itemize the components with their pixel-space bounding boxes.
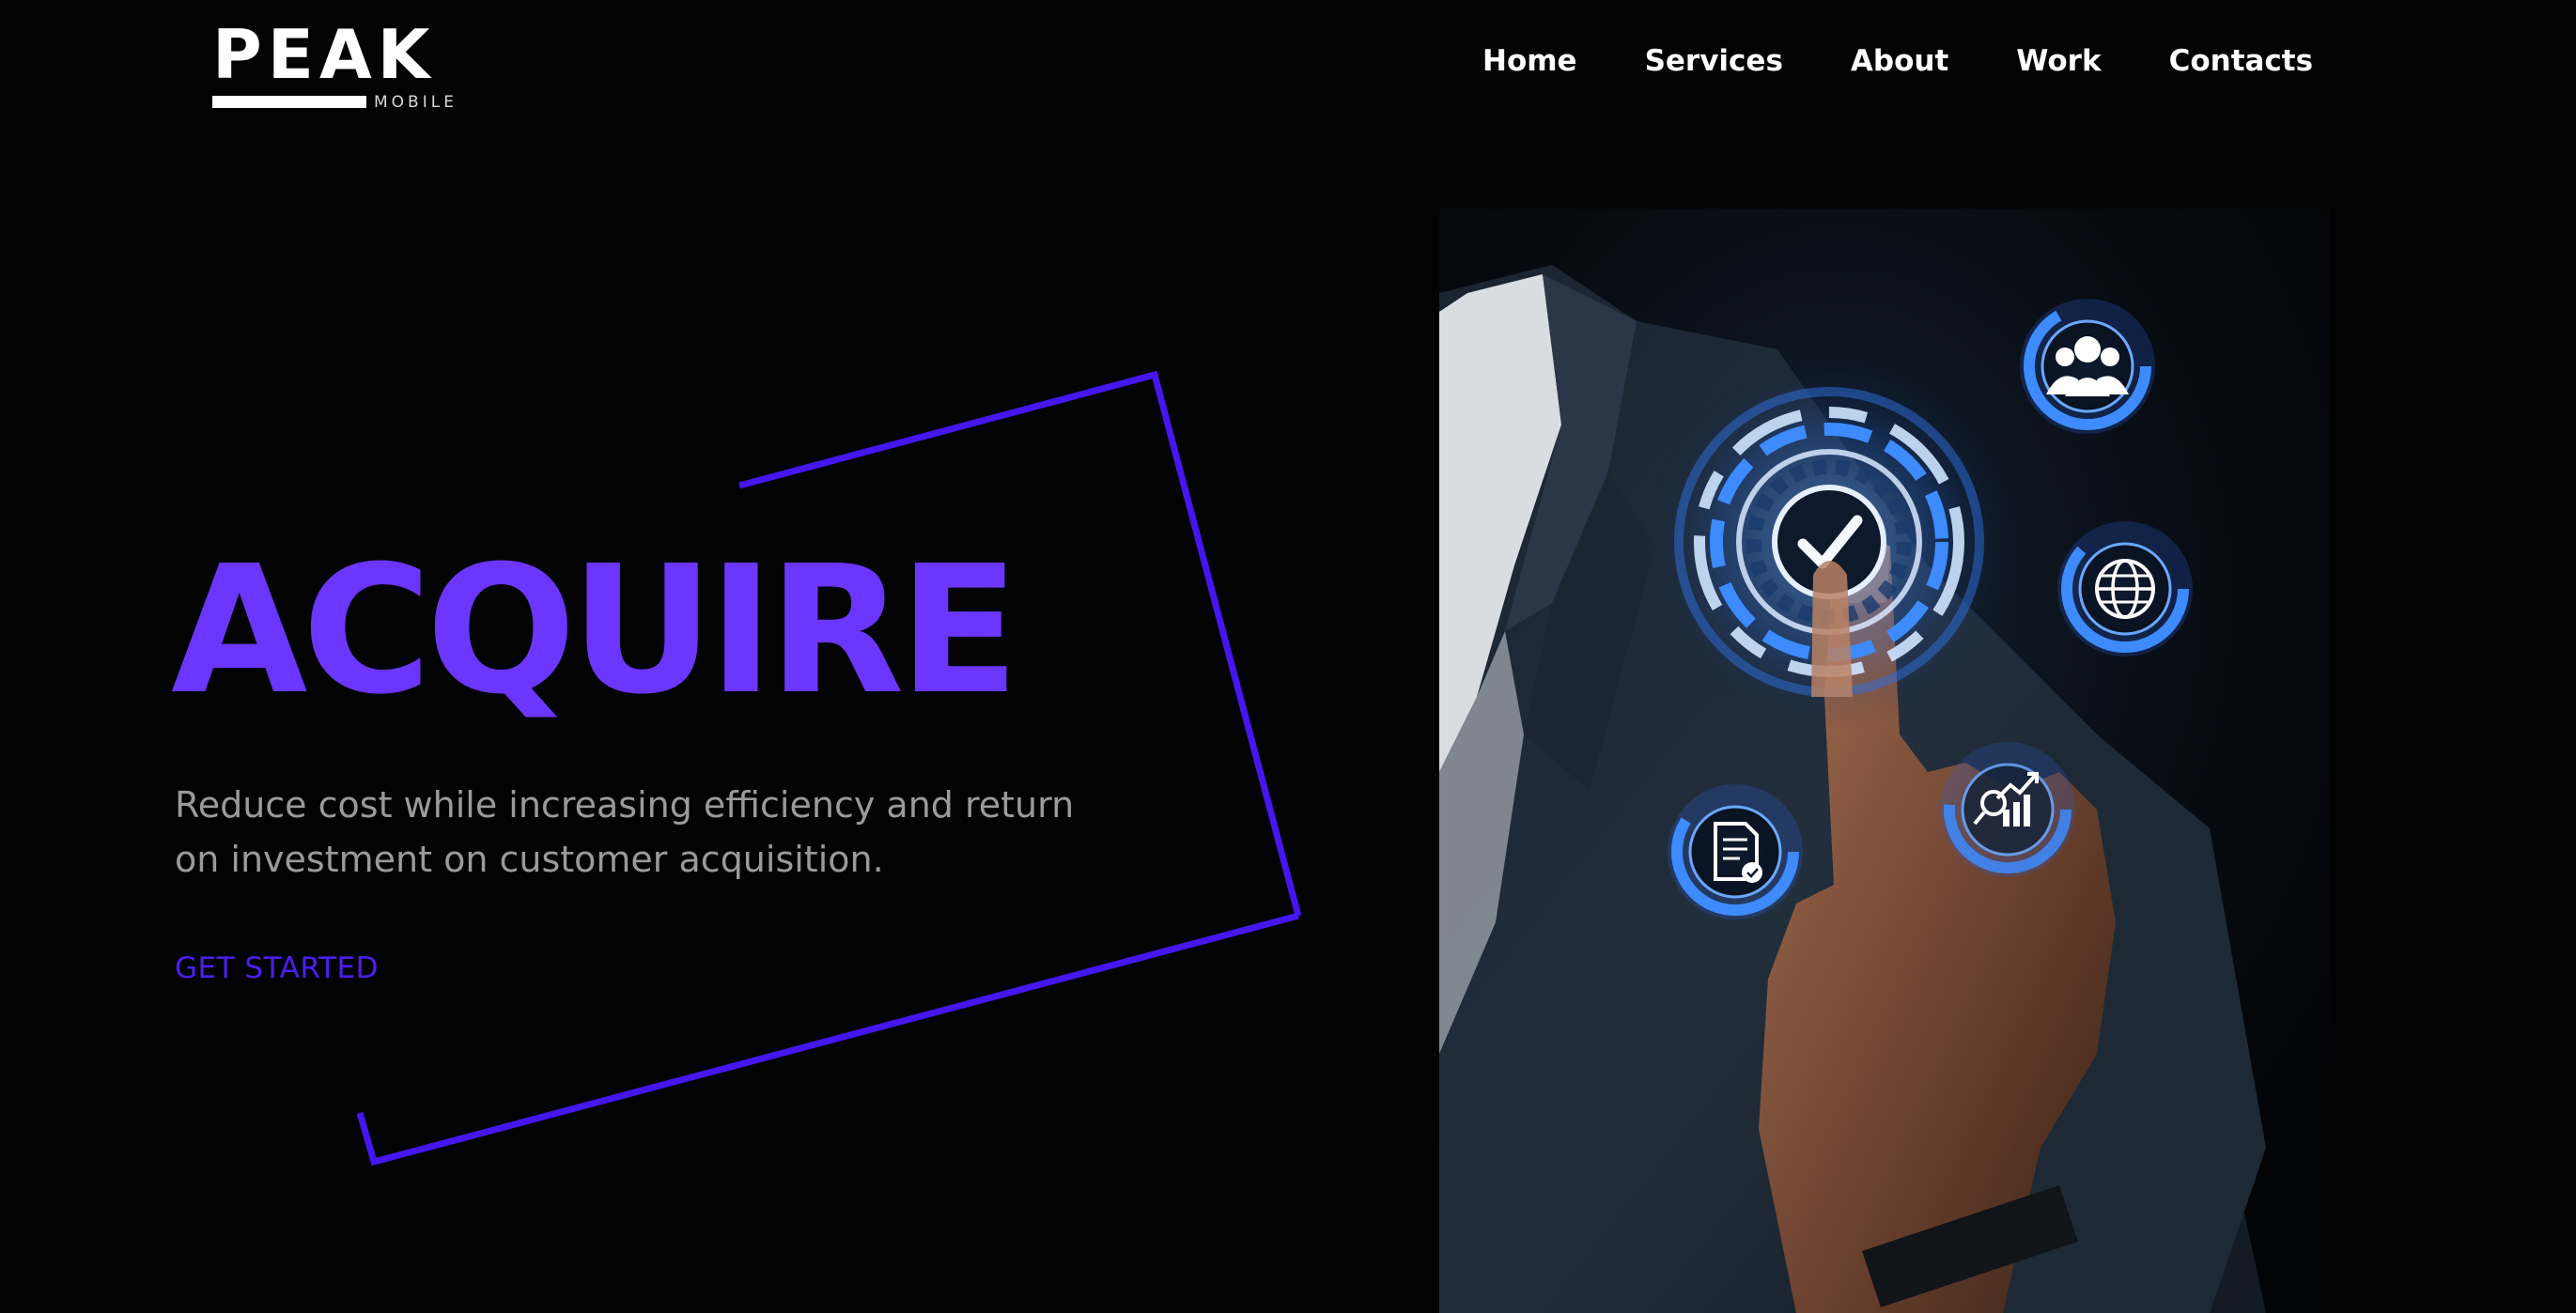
nav-services[interactable]: Services: [1645, 38, 1783, 85]
landing-page: PEAK MOBILE Home Services About Work Con…: [0, 0, 2576, 1313]
main-nav: Home Services About Work Contacts: [1482, 38, 2313, 85]
nav-about[interactable]: About: [1851, 38, 1948, 85]
get-started-link[interactable]: GET STARTED: [175, 947, 379, 990]
hero-description: Reduce cost while increasing efficiency …: [175, 784, 1075, 880]
hologram-illustration: [1439, 209, 2330, 1313]
logo-underline: [212, 96, 366, 108]
brand-logo[interactable]: PEAK MOBILE: [212, 21, 466, 115]
users-icon: [2020, 299, 2155, 434]
analytics-icon: [1940, 742, 2075, 877]
hero-title: ACQUIRE: [171, 528, 1019, 734]
nav-work[interactable]: Work: [2016, 38, 2101, 85]
nav-contacts[interactable]: Contacts: [2169, 38, 2314, 85]
nav-home[interactable]: Home: [1482, 38, 1577, 85]
brand-name: PEAK: [212, 15, 436, 94]
globe-icon: [2057, 521, 2193, 656]
document-icon: [1668, 784, 1803, 919]
hero-image: [1439, 209, 2330, 1313]
brand-tagline: MOBILE: [374, 93, 458, 112]
